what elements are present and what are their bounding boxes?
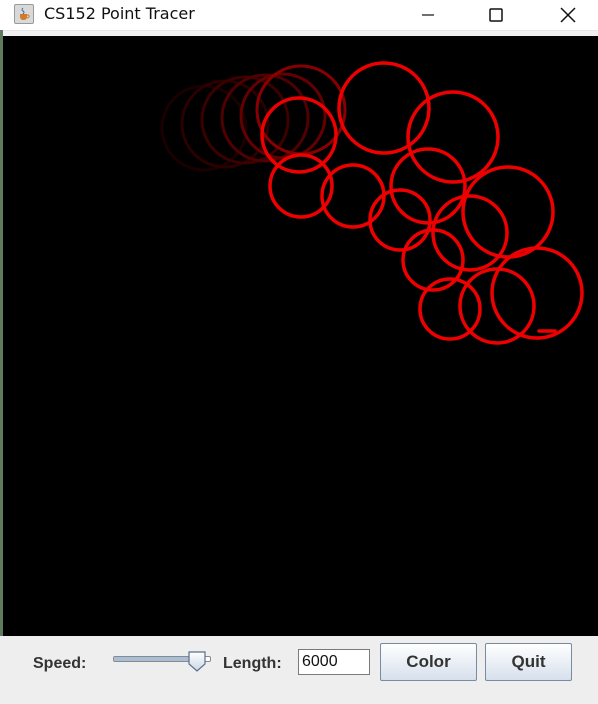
slider-thumb[interactable] xyxy=(187,650,207,672)
trace-canvas[interactable] xyxy=(3,36,598,636)
slider-fill xyxy=(114,657,192,661)
minimize-icon xyxy=(422,14,434,16)
java-cup-icon xyxy=(14,4,34,24)
close-icon xyxy=(560,7,576,23)
title-bar: CS152 Point Tracer xyxy=(0,0,598,31)
maximize-button[interactable] xyxy=(466,0,526,30)
quit-button[interactable]: Quit xyxy=(485,643,572,681)
speed-label: Speed: xyxy=(33,655,87,672)
length-label: Length: xyxy=(223,655,282,672)
color-button[interactable]: Color xyxy=(380,643,477,681)
maximize-icon xyxy=(489,8,503,22)
window-title: CS152 Point Tracer xyxy=(44,4,195,23)
minimize-button[interactable] xyxy=(398,0,458,30)
trace-drawing xyxy=(160,61,584,345)
close-button[interactable] xyxy=(538,0,598,30)
speed-slider[interactable] xyxy=(113,648,216,678)
length-input[interactable] xyxy=(298,649,370,675)
control-panel: Speed: Length: Color Quit xyxy=(0,636,598,704)
